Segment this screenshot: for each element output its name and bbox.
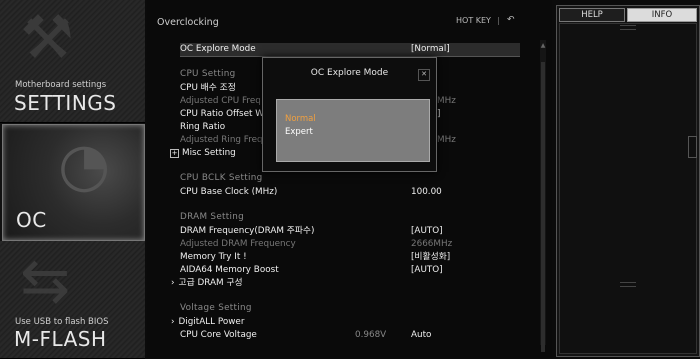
row-label: Adjusted CPU Freq bbox=[180, 96, 261, 106]
row-label: Ring Ratio bbox=[180, 122, 226, 132]
expand-icon: + bbox=[170, 149, 179, 158]
row-dram-frequency[interactable]: DRAM Frequency(DRAM 주파수) [AUTO] bbox=[180, 225, 520, 238]
group-voltage-setting: Voltage Setting bbox=[180, 303, 252, 313]
mflash-tile[interactable]: ⇆ Use USB to flash BIOS M-FLASH bbox=[0, 241, 145, 359]
row-value: ] bbox=[437, 109, 441, 119]
row-advanced-dram[interactable]: › 고급 DRAM 구성 bbox=[171, 277, 511, 290]
row-label: AIDA64 Memory Boost bbox=[180, 265, 279, 275]
row-aida64-memory-boost[interactable]: AIDA64 Memory Boost [AUTO] bbox=[180, 264, 520, 277]
row-label: CPU 배수 조정 bbox=[180, 83, 236, 93]
tab-info[interactable]: INFO bbox=[627, 8, 697, 22]
settings-tile[interactable]: ⚒ Motherboard settings SETTINGS bbox=[0, 0, 145, 123]
settings-subtitle: Motherboard settings bbox=[15, 80, 107, 90]
mflash-subtitle: Use USB to flash BIOS bbox=[15, 317, 109, 327]
chevron-right-icon: › bbox=[171, 278, 175, 288]
page-title: Overclocking bbox=[157, 17, 219, 28]
row-label: Misc Setting bbox=[182, 148, 236, 158]
row-label: OC Explore Mode bbox=[180, 44, 256, 54]
hotkey-separator: | bbox=[497, 16, 500, 25]
row-digitall-power[interactable]: › DigitALL Power bbox=[171, 316, 511, 329]
speedometer-icon: ◔ bbox=[58, 130, 111, 200]
row-label: 고급 DRAM 구성 bbox=[178, 278, 243, 288]
group-cpu-setting: CPU Setting bbox=[180, 69, 236, 79]
group-dram-setting: DRAM Setting bbox=[180, 212, 245, 222]
row-label: DigitALL Power bbox=[178, 317, 245, 327]
row-oc-explore-mode[interactable]: OC Explore Mode [Normal] bbox=[180, 43, 520, 57]
scroll-up-icon[interactable] bbox=[620, 25, 636, 30]
row-label: CPU Core Voltage bbox=[180, 330, 257, 340]
panel-handle-icon[interactable] bbox=[688, 136, 697, 158]
tab-help[interactable]: HELP bbox=[559, 8, 625, 22]
help-info-panel: HELP INFO bbox=[556, 5, 700, 357]
scroll-up-icon[interactable]: ▲ bbox=[540, 42, 546, 49]
row-value: 100.00 bbox=[411, 187, 442, 197]
hotkey-label[interactable]: HOT KEY bbox=[456, 16, 491, 25]
chevron-right-icon: › bbox=[171, 317, 175, 327]
row-label: Memory Try It ! bbox=[180, 252, 247, 262]
option-normal[interactable]: Normal bbox=[285, 114, 316, 124]
group-cpu-bclk-setting: CPU BCLK Setting bbox=[180, 173, 263, 183]
undo-arrow-icon[interactable]: ↶ bbox=[507, 15, 515, 25]
row-label: Adjusted DRAM Frequency bbox=[180, 239, 296, 249]
row-label: DRAM Frequency(DRAM 주파수) bbox=[180, 226, 315, 236]
row-value: [비활성화] bbox=[411, 252, 451, 262]
row-value: [Normal] bbox=[411, 44, 450, 54]
flash-drive-icon: ⇆ bbox=[20, 246, 71, 316]
row-value: Auto bbox=[411, 330, 432, 340]
info-content bbox=[559, 23, 697, 354]
row-cpu-core-voltage[interactable]: CPU Core Voltage 0.968V Auto bbox=[180, 329, 520, 342]
option-expert[interactable]: Expert bbox=[285, 127, 313, 137]
scroll-down-icon[interactable] bbox=[620, 282, 636, 287]
tools-icon: ⚒ bbox=[20, 3, 74, 73]
dialog-title: OC Explore Mode bbox=[310, 68, 389, 78]
row-adjusted-dram-frequency: Adjusted DRAM Frequency 2666MHz bbox=[180, 238, 520, 251]
main-scrollbar[interactable]: ▲ bbox=[540, 40, 546, 352]
row-value: [AUTO] bbox=[411, 226, 443, 236]
row-value: MHz bbox=[437, 96, 456, 106]
left-menu: ⚒ Motherboard settings SETTINGS ◔ OC ⇆ U… bbox=[0, 0, 145, 359]
settings-title: SETTINGS bbox=[14, 91, 117, 115]
dialog-option-list: Normal Expert bbox=[276, 99, 430, 162]
close-icon[interactable]: ✕ bbox=[418, 69, 430, 81]
row-label: Adjusted Ring Freq bbox=[180, 135, 263, 145]
oc-title: OC bbox=[16, 208, 47, 232]
row-cpu-base-clock[interactable]: CPU Base Clock (MHz) 100.00 bbox=[180, 186, 520, 199]
row-value: 2666MHz bbox=[411, 239, 453, 249]
row-value: [AUTO] bbox=[411, 265, 443, 275]
row-label: CPU Ratio Offset W bbox=[180, 109, 264, 119]
row-label: CPU Base Clock (MHz) bbox=[180, 187, 278, 197]
row-reading: 0.968V bbox=[355, 330, 387, 340]
mflash-title: M-FLASH bbox=[14, 327, 107, 351]
row-memory-try-it[interactable]: Memory Try It ! [비활성화] bbox=[180, 251, 520, 264]
oc-explore-mode-dialog: OC Explore Mode ✕ Normal Expert bbox=[262, 57, 437, 172]
row-value: MHz bbox=[437, 135, 456, 145]
oc-tile[interactable]: ◔ OC bbox=[2, 124, 145, 241]
scroll-thumb[interactable] bbox=[541, 62, 545, 352]
